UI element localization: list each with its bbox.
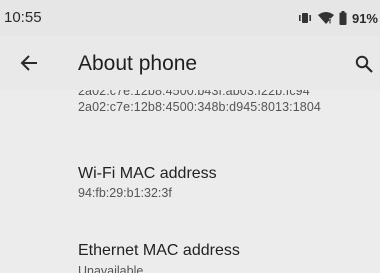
vibrate-icon xyxy=(297,11,313,25)
status-time: 10:55 xyxy=(4,9,42,26)
page-title: About phone xyxy=(78,52,198,75)
battery-icon xyxy=(339,11,347,25)
back-arrow-icon[interactable] xyxy=(16,52,42,74)
status-bar: 10:55 91% xyxy=(0,0,380,36)
ethernet-mac-value: Unavailable xyxy=(78,264,144,273)
ip-address-line-1: 2a02:c7e:12b8:4500:b43f:ab03:f22b:fc94 xyxy=(78,90,310,98)
ip-address-line-2: 2a02:c7e:12b8:4500:348b:d945:8013:1804 xyxy=(78,100,321,114)
status-icons: 91% xyxy=(297,10,378,26)
wifi-mac-value: 94:fb:29:b1:32:3f xyxy=(78,186,172,200)
settings-list[interactable]: 2a02:c7e:12b8:4500:b43f:ab03:f22b:fc94 2… xyxy=(0,90,380,273)
battery-percentage: 91% xyxy=(351,10,378,26)
wifi-mac-title: Wi-Fi MAC address xyxy=(78,165,217,182)
wifi-icon xyxy=(317,11,334,25)
search-icon[interactable] xyxy=(352,53,376,75)
ethernet-mac-title: Ethernet MAC address xyxy=(78,242,240,259)
